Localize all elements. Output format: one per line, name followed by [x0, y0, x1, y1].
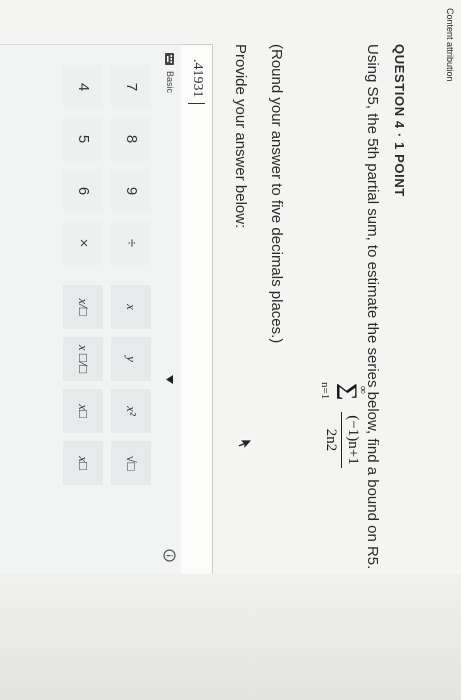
key-multiply[interactable]: ×: [63, 221, 103, 265]
fraction-bar: [341, 412, 342, 468]
question-text: Using S5, the 5th partial sum, to estima…: [364, 44, 381, 569]
fraction-denominator: 2n2: [323, 428, 339, 452]
content-attribution[interactable]: Content attribution: [445, 8, 455, 82]
key-x-squared[interactable]: x²: [111, 389, 151, 433]
info-icon[interactable]: [163, 549, 176, 562]
question-label: QUESTION 4 · 1 POINT: [392, 44, 407, 197]
question-text-content: Using S5, the 5th partial sum, to estima…: [364, 44, 381, 570]
chevron-down-icon[interactable]: [166, 375, 173, 384]
key-divide[interactable]: ÷: [111, 221, 151, 265]
text-caret: [188, 103, 205, 104]
page-edge-shadow: [0, 574, 461, 700]
rounding-instruction: (Round your answer to five decimals plac…: [268, 44, 285, 344]
keypad-mode-label[interactable]: Basic: [165, 71, 175, 93]
answer-prompt: Provide your answer below:: [232, 44, 249, 229]
key-exponent[interactable]: x□: [63, 389, 103, 433]
key-8[interactable]: 8: [111, 117, 151, 161]
key-square-root[interactable]: √□: [111, 441, 151, 485]
key-y[interactable]: y: [111, 337, 151, 381]
key-subscript[interactable]: x□: [63, 441, 103, 485]
keyboard-icon: [165, 53, 174, 65]
page: Content attribution QUESTION 4 · 1 POINT…: [0, 0, 461, 700]
key-fraction[interactable]: x/□: [63, 285, 103, 329]
series-fraction: (−1)n+1 2n2: [322, 412, 361, 468]
key-5[interactable]: 5: [63, 117, 103, 161]
mouse-cursor-icon: [237, 439, 253, 451]
fraction-numerator: (−1)n+1: [345, 415, 361, 465]
sigma-icon: Σ: [330, 383, 363, 401]
summation-lower: n=1: [319, 382, 331, 400]
key-mixed-fraction[interactable]: x □/□: [63, 337, 103, 381]
key-7[interactable]: 7: [111, 65, 151, 109]
key-9[interactable]: 9: [111, 169, 151, 213]
answer-input[interactable]: .41931: [179, 44, 213, 576]
key-4[interactable]: 4: [63, 65, 103, 109]
key-6[interactable]: 6: [63, 169, 103, 213]
keypad-header: Basic: [157, 45, 181, 575]
answer-value: .41931: [190, 59, 205, 98]
math-keypad: Basic 7 8 9 ÷ x y x² √□ 4 5 6 × x/□ x □/…: [0, 44, 181, 576]
key-x[interactable]: x: [111, 285, 151, 329]
